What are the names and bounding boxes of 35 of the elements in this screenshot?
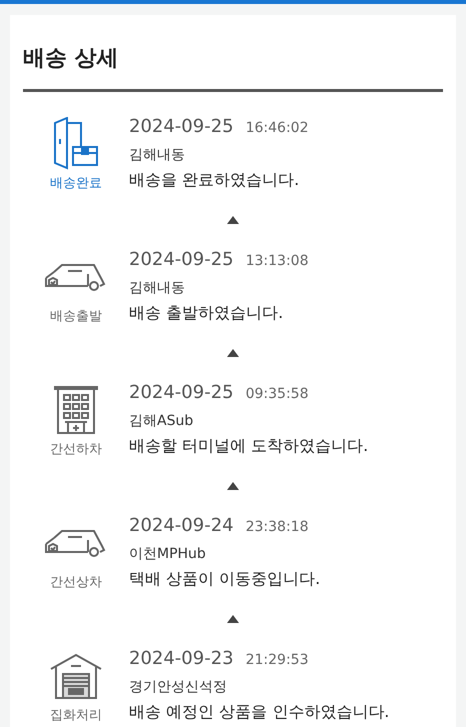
- up-arrow-icon: [227, 348, 239, 356]
- event-message: 배송할 터미널에 도착하였습니다.: [129, 435, 368, 457]
- event-date: 2024-09-24: [129, 514, 234, 538]
- event-message: 배송 출발하였습니다.: [129, 302, 284, 324]
- event-location: 김해내동: [129, 279, 186, 298]
- event-date: 2024-09-25: [129, 381, 234, 405]
- door-box-icon: [51, 117, 101, 171]
- event-message: 배송 예정인 상품을 인수하였습니다.: [129, 701, 390, 723]
- event-time: 23:38:18: [246, 518, 308, 537]
- event-time: 09:35:58: [246, 385, 308, 404]
- warehouse-icon: [49, 653, 103, 699]
- event-location: 이천MPHub: [129, 545, 207, 564]
- up-arrow-icon: [227, 614, 239, 622]
- event-date: 2024-09-25: [129, 115, 234, 139]
- truck-icon: [44, 528, 108, 558]
- status-label: 배송완료: [50, 175, 102, 193]
- event-message: 배송을 완료하였습니다.: [129, 169, 300, 191]
- up-arrow-icon: [227, 482, 239, 490]
- building-icon: [53, 386, 99, 434]
- event-location: 김해ASub: [129, 412, 194, 431]
- status-label: 집화처리: [50, 707, 102, 725]
- event-date: 2024-09-25: [129, 248, 234, 272]
- truck-icon: [44, 262, 108, 292]
- section-title: 배송 상세: [23, 45, 120, 73]
- event-time: 21:29:53: [246, 651, 308, 670]
- up-arrow-icon: [227, 216, 239, 224]
- status-label: 간선상차: [50, 574, 102, 592]
- event-location: 김해내동: [129, 146, 186, 165]
- status-label: 배송출발: [50, 308, 102, 326]
- event-time: 13:13:08: [246, 252, 308, 271]
- event-date: 2024-09-23: [129, 647, 234, 671]
- event-location: 경기안성신석정: [129, 678, 228, 697]
- event-time: 16:46:02: [246, 119, 308, 138]
- event-message: 택배 상품이 이동중입니다.: [129, 568, 320, 590]
- status-label: 간선하차: [50, 441, 102, 459]
